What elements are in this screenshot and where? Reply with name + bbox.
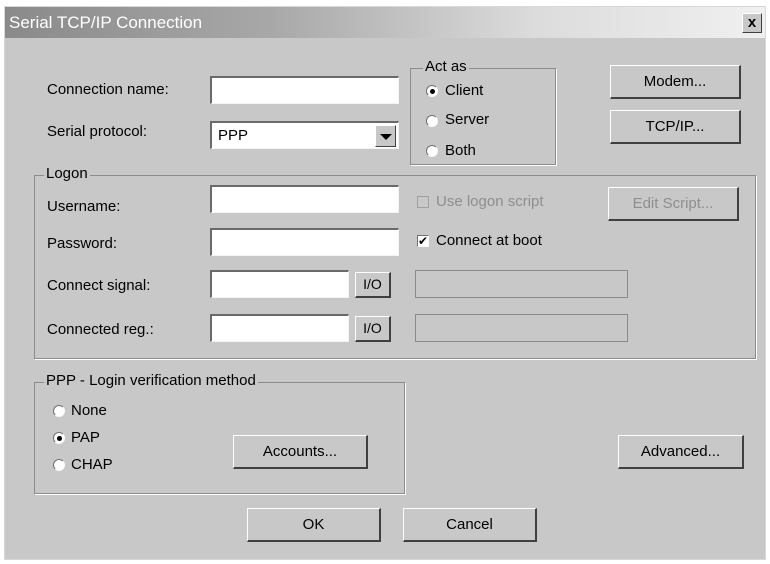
chevron-down-icon[interactable]	[375, 125, 396, 147]
window-title: Serial TCP/IP Connection	[9, 13, 203, 32]
ppp-none-label: None	[71, 402, 107, 419]
connect-at-boot-checkbox[interactable]: ✔	[417, 235, 429, 247]
username-label: Username:	[47, 198, 121, 215]
act-as-server-radio[interactable]	[426, 115, 438, 127]
tcpip-button[interactable]: TCP/IP...	[610, 110, 741, 144]
ppp-login-legend: PPP - Login verification method	[44, 372, 258, 389]
ppp-none-radio[interactable]	[53, 405, 65, 417]
serial-tcpip-dialog: Serial TCP/IP Connection x Connection na…	[4, 6, 766, 560]
connection-name-label: Connection name:	[47, 81, 169, 98]
act-as-client-radio[interactable]	[426, 85, 438, 97]
connected-reg-input[interactable]	[210, 314, 349, 342]
close-button[interactable]: x	[742, 13, 762, 33]
radio-selected-dot	[429, 88, 435, 94]
ppp-pap-label: PAP	[71, 429, 100, 446]
ppp-chap-radio[interactable]	[53, 459, 65, 471]
connected-reg-label: Connected reg.:	[47, 321, 154, 338]
act-as-legend-text: Act as	[423, 58, 469, 75]
act-as-client-label: Client	[445, 82, 484, 99]
ppp-chap-label: CHAP	[71, 456, 113, 473]
act-as-server-label: Server	[445, 111, 490, 128]
use-logon-script-label: Use logon script	[436, 193, 544, 210]
password-label: Password:	[47, 235, 118, 252]
title-bar[interactable]: Serial TCP/IP Connection x	[5, 7, 765, 38]
accounts-button[interactable]: Accounts...	[233, 435, 368, 469]
connection-name-input[interactable]	[210, 76, 399, 104]
act-as-both-radio[interactable]	[426, 145, 438, 157]
password-input[interactable]	[210, 228, 399, 256]
serial-protocol-label: Serial protocol:	[47, 123, 148, 140]
connected-reg-io-button[interactable]: I/O	[355, 316, 391, 342]
connect-signal-io-button[interactable]: I/O	[355, 272, 391, 298]
connect-signal-label: Connect signal:	[47, 277, 151, 294]
ppp-pap-radio[interactable]	[53, 432, 65, 444]
logon-legend: Logon	[44, 165, 90, 182]
modem-button[interactable]: Modem...	[610, 65, 741, 99]
connect-at-boot-label: Connect at boot	[436, 232, 542, 249]
act-as-both-label: Both	[445, 142, 476, 159]
connect-signal-input[interactable]	[210, 270, 349, 298]
radio-selected-dot	[56, 435, 62, 441]
ok-button[interactable]: OK	[247, 508, 381, 542]
edit-script-button[interactable]: Edit Script...	[608, 187, 739, 221]
connect-signal-io-display	[415, 270, 628, 298]
close-icon: x	[747, 14, 757, 31]
cancel-button[interactable]: Cancel	[403, 508, 537, 542]
checkmark-icon: ✔	[418, 234, 429, 248]
username-input[interactable]	[210, 185, 399, 213]
use-logon-script-checkbox[interactable]	[417, 196, 429, 208]
advanced-button[interactable]: Advanced...	[618, 435, 744, 469]
serial-protocol-select[interactable]: PPP	[210, 121, 399, 149]
connected-reg-io-display	[415, 314, 628, 342]
